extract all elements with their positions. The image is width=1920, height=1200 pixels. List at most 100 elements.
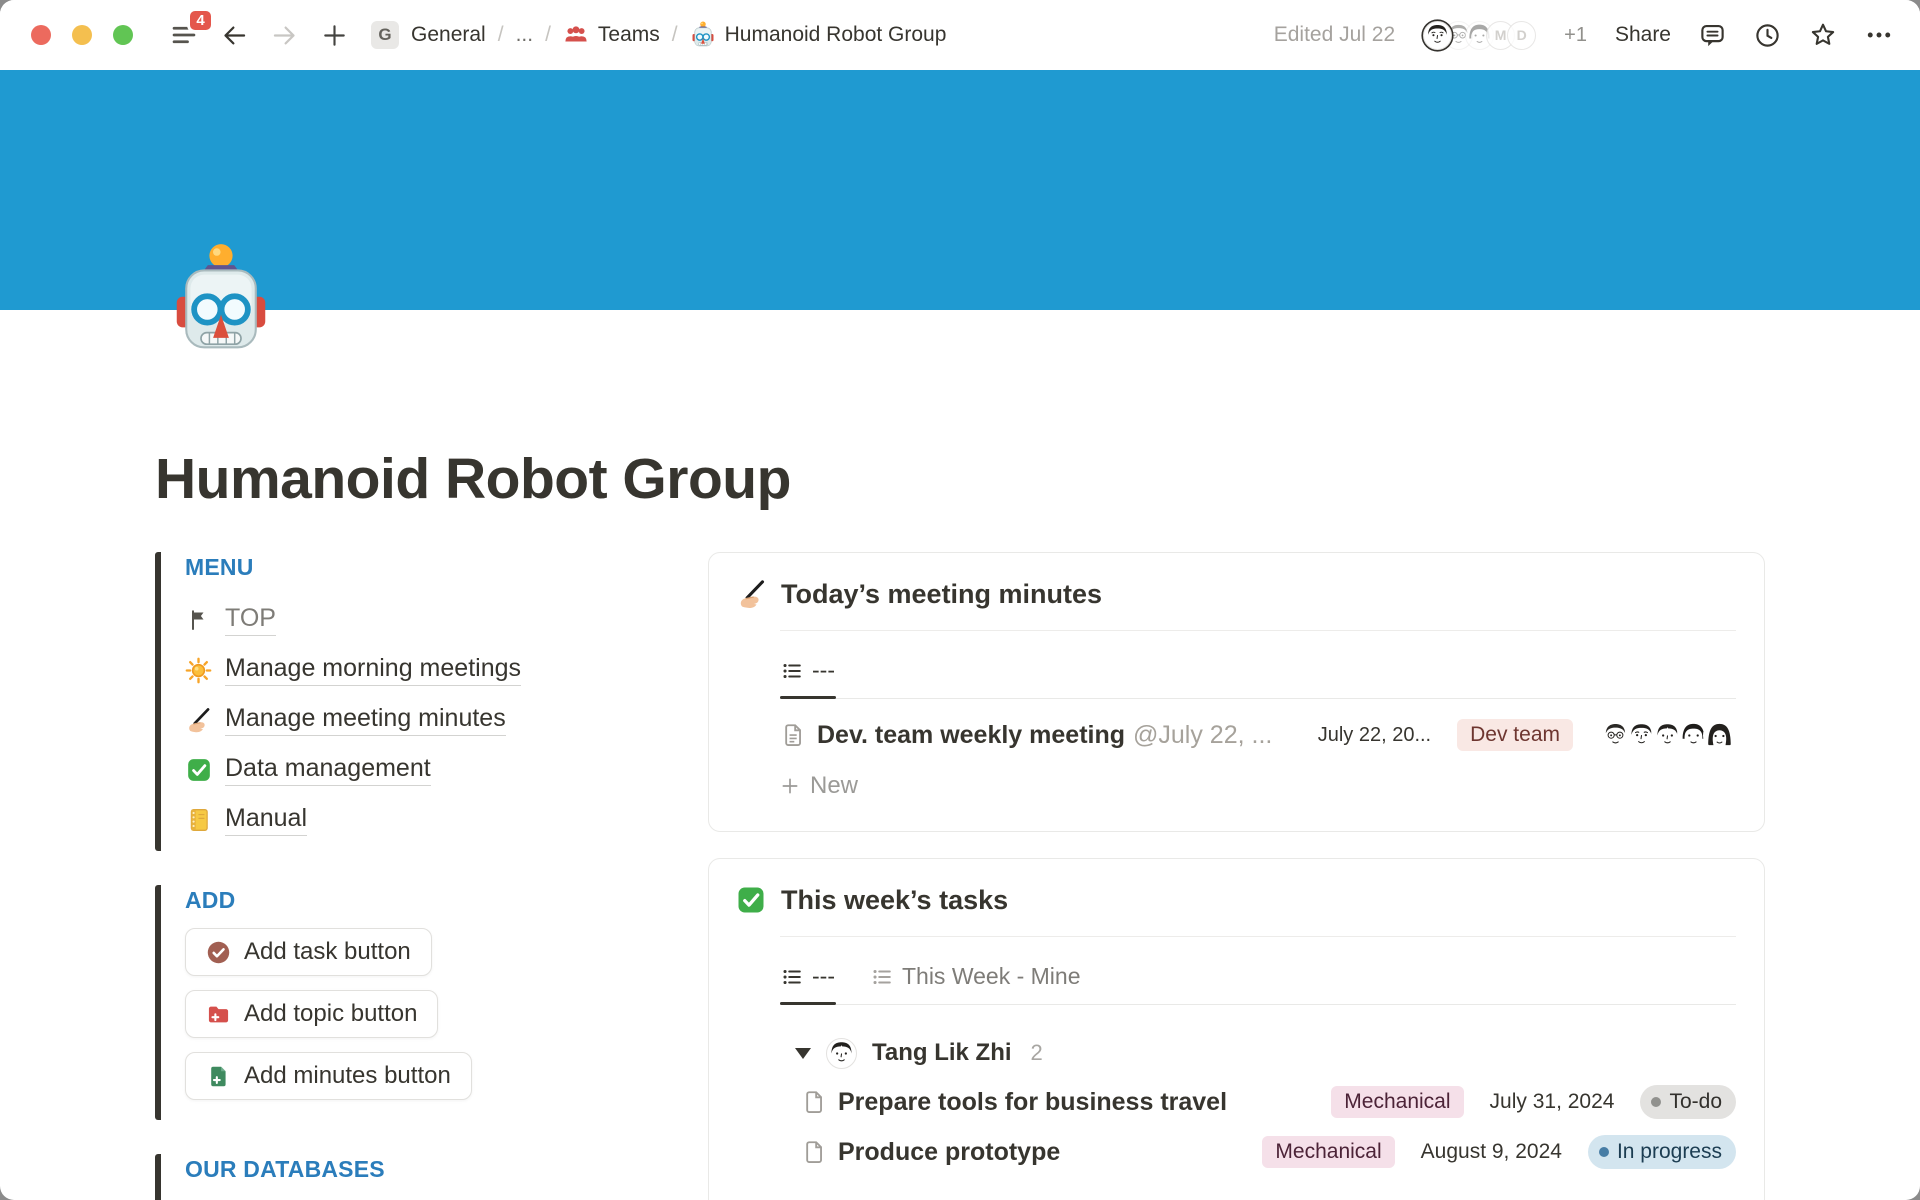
menu-heading: MENU	[185, 554, 635, 581]
task-title[interactable]: Produce prototype	[838, 1138, 1060, 1167]
file-plus-icon	[206, 1064, 231, 1089]
card-title: This week’s tasks	[781, 885, 1008, 916]
databases-section: OUR DATABASES Minutes DB	[155, 1154, 635, 1200]
status-badge: In progress	[1588, 1135, 1736, 1169]
status-dot-icon	[1651, 1097, 1661, 1107]
minimize-window-button[interactable]	[72, 25, 92, 45]
breadcrumb: G General / ... / Teams / Humanoid Robot…	[371, 21, 946, 49]
group-name[interactable]: Tang Lik Zhi	[872, 1039, 1012, 1067]
add-section: ADD Add task button Add topic button	[155, 885, 635, 1120]
writing-hand-icon	[736, 579, 767, 610]
collapse-toggle-icon[interactable]	[795, 1048, 811, 1059]
star-icon	[1809, 21, 1837, 49]
new-meeting-button[interactable]: New	[780, 763, 858, 809]
add-button-label: Add task button	[244, 938, 411, 966]
favorite-button[interactable]	[1809, 21, 1837, 49]
meeting-minutes-card: Today’s meeting minutes --- Dev. t	[708, 552, 1765, 832]
page-icon-button[interactable]	[168, 242, 274, 360]
view-tab-default[interactable]: ---	[780, 951, 836, 1004]
notion-window: 4 G General / ...	[0, 0, 1920, 1200]
presence-overflow-count[interactable]: +1	[1564, 24, 1587, 47]
status-label: In progress	[1617, 1140, 1722, 1164]
view-tab-default[interactable]: ---	[780, 645, 836, 698]
menu-link-label: Manage morning meetings	[225, 654, 521, 686]
document-icon	[801, 1139, 827, 1165]
menu-link-data-management[interactable]: Data management	[185, 745, 431, 795]
clock-icon	[1754, 22, 1781, 49]
bullet-list-icon	[781, 966, 803, 988]
close-window-button[interactable]	[31, 25, 51, 45]
menu-link-label: Manual	[225, 804, 307, 836]
weekly-tasks-card: This week’s tasks --- This Week - Mine	[708, 858, 1765, 1200]
breadcrumb-current-page[interactable]: Humanoid Robot Group	[690, 21, 947, 49]
add-topic-button[interactable]: Add topic button	[185, 990, 438, 1038]
add-heading: ADD	[185, 887, 635, 914]
menu-link-label: TOP	[225, 604, 276, 636]
add-minutes-button[interactable]: Add minutes button	[185, 1052, 472, 1100]
menu-link-label: Manage meeting minutes	[225, 704, 506, 736]
menu-link-manage-meeting-minutes[interactable]: Manage meeting minutes	[185, 695, 506, 745]
bullet-list-icon	[781, 660, 803, 682]
page-right-column: Today’s meeting minutes --- Dev. t	[708, 552, 1765, 1200]
avatar	[1703, 719, 1736, 752]
category-tag: Mechanical	[1262, 1136, 1394, 1168]
avatar	[826, 1038, 857, 1069]
card-title: Today’s meeting minutes	[781, 579, 1102, 610]
presence-avatars[interactable]: M D	[1423, 21, 1536, 50]
breadcrumb-separator: /	[498, 23, 504, 47]
menu-link-top[interactable]: TOP	[185, 595, 276, 645]
avatar	[1423, 21, 1452, 50]
status-label: To-do	[1669, 1090, 1722, 1114]
group-header-row: Tang Lik Zhi 2	[780, 1029, 1736, 1077]
breadcrumb-teams-label: Teams	[598, 23, 660, 47]
check-box-icon	[185, 757, 212, 784]
divider	[780, 630, 1736, 631]
view-tab-label: ---	[812, 963, 835, 990]
breadcrumb-general[interactable]: General	[411, 23, 486, 47]
task-title[interactable]: Prepare tools for business travel	[838, 1088, 1227, 1117]
traffic-lights	[31, 25, 133, 45]
page-body: Humanoid Robot Group MENU TOP Manage mor…	[0, 446, 1920, 1200]
comments-button[interactable]	[1699, 22, 1726, 49]
robot-icon	[168, 242, 274, 360]
add-task-button[interactable]: Add task button	[185, 928, 432, 976]
menu-link-label: Data management	[225, 754, 431, 786]
updates-button[interactable]	[1754, 22, 1781, 49]
share-button[interactable]: Share	[1615, 23, 1671, 47]
back-arrow-icon	[221, 22, 248, 49]
avatar: D	[1507, 21, 1536, 50]
sidebar-toggle-button[interactable]: 4	[170, 21, 198, 49]
new-button-label: New	[810, 772, 858, 800]
task-row[interactable]: Produce prototype Mechanical August 9, 2…	[780, 1127, 1736, 1177]
status-badge: To-do	[1640, 1085, 1736, 1119]
more-options-button[interactable]	[1865, 21, 1893, 49]
new-tab-button[interactable]	[321, 22, 348, 49]
menu-link-manual[interactable]: Manual	[185, 795, 307, 845]
check-box-icon	[736, 885, 767, 916]
breadcrumb-page-label: Humanoid Robot Group	[725, 23, 947, 47]
add-button-label: Add topic button	[244, 1000, 417, 1028]
meeting-row-title[interactable]: Dev. team weekly meeting	[817, 721, 1125, 750]
zoom-window-button[interactable]	[113, 25, 133, 45]
plus-icon	[780, 776, 800, 796]
breadcrumb-collapsed[interactable]: ...	[516, 23, 534, 47]
forward-button[interactable]	[271, 22, 298, 49]
back-button[interactable]	[221, 22, 248, 49]
robot-icon	[690, 21, 716, 49]
page-title: Humanoid Robot Group	[155, 446, 1765, 512]
page-left-column: MENU TOP Manage morning meetings Manage …	[155, 552, 635, 1200]
breadcrumb-teams[interactable]: Teams	[563, 22, 660, 48]
view-tab-this-week-mine[interactable]: This Week - Mine	[870, 951, 1082, 1004]
attendee-avatars	[1599, 719, 1736, 752]
category-tag: Mechanical	[1331, 1086, 1463, 1118]
due-date: July 31, 2024	[1490, 1090, 1615, 1114]
workspace-badge[interactable]: G	[371, 21, 399, 49]
divider	[780, 936, 1736, 937]
meeting-row[interactable]: Dev. team weekly meeting @July 22, ... J…	[780, 709, 1736, 761]
menu-section: MENU TOP Manage morning meetings Manage …	[155, 552, 635, 851]
task-check-icon	[206, 940, 231, 965]
status-dot-icon	[1599, 1147, 1609, 1157]
menu-link-manage-morning-meetings[interactable]: Manage morning meetings	[185, 645, 521, 695]
task-row[interactable]: Prepare tools for business travel Mechan…	[780, 1077, 1736, 1127]
add-button-label: Add minutes button	[244, 1062, 451, 1090]
